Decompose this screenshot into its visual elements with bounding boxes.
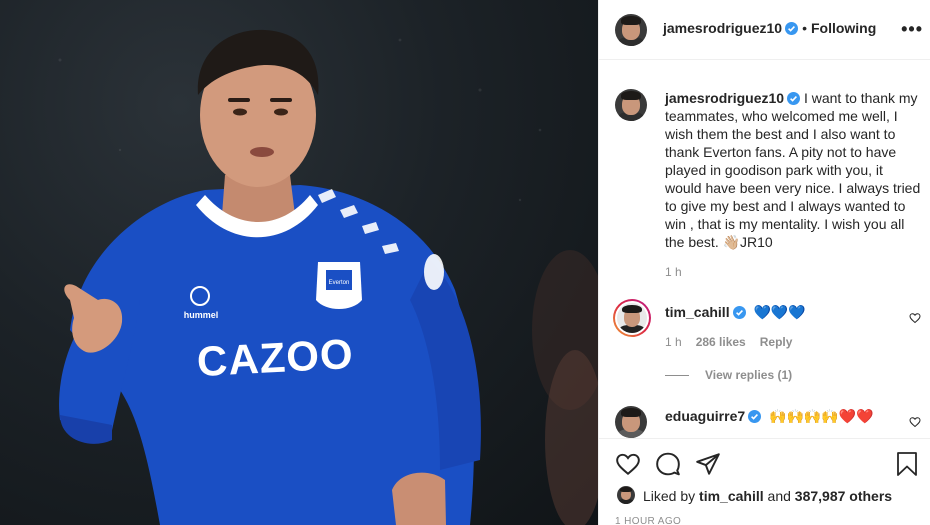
reply-button[interactable]: Reply <box>760 335 793 349</box>
save-bookmark-icon[interactable] <box>895 451 919 477</box>
post-header: jamesrodriguez10 • Following ••• <box>599 0 930 60</box>
liker-avatar[interactable] <box>617 486 635 504</box>
view-replies-label: View replies (1) <box>705 368 793 382</box>
comment-likes[interactable]: 286 likes <box>696 335 746 349</box>
club-crest: Everton <box>316 262 362 309</box>
commenter-avatar[interactable] <box>615 406 647 438</box>
crest-text: Everton <box>329 280 350 286</box>
likes-summary[interactable]: Liked by tim_cahill and 387,987 others <box>643 488 892 504</box>
player-illustration: Everton hummel CAZOO <box>58 29 598 525</box>
caption: jamesrodriguez10 I want to thank my team… <box>665 89 921 251</box>
likes-count[interactable]: 387,987 others <box>795 488 892 504</box>
caption-text: I want to thank my teammates, who welcom… <box>665 90 921 250</box>
liked-by-prefix: Liked by <box>643 488 696 504</box>
like-comment-heart-icon[interactable] <box>909 312 921 324</box>
comment-text: 🙌🙌🙌🙌❤️❤️ <box>769 408 874 424</box>
commenter-avatar <box>617 303 647 333</box>
following-button[interactable]: Following <box>811 20 876 36</box>
liked-by-and: and <box>767 488 791 504</box>
like-comment-heart-icon[interactable] <box>909 416 921 428</box>
comment-meta: 1 h 286 likes Reply <box>665 335 792 349</box>
author-username[interactable]: jamesrodriguez10 <box>663 20 782 36</box>
replies-divider <box>665 375 689 377</box>
shirt-sponsor: CAZOO <box>196 330 355 385</box>
author-avatar[interactable] <box>615 14 647 46</box>
comment-text: 💙💙💙 <box>753 304 806 320</box>
like-heart-icon[interactable] <box>615 451 641 477</box>
verified-badge-icon <box>787 92 801 105</box>
liked-by-user[interactable]: tim_cahill <box>699 488 764 504</box>
post-photo[interactable]: Everton hummel CAZOO <box>0 0 598 525</box>
comment-username[interactable]: tim_cahill <box>665 304 730 320</box>
kit-brand-text: hummel <box>184 310 219 320</box>
post-actions: Liked by tim_cahill and 387,987 others 1… <box>599 438 930 525</box>
share-paper-plane-icon[interactable] <box>695 451 721 477</box>
caption-time[interactable]: 1 h <box>665 265 682 279</box>
comments-section[interactable]: jamesrodriguez10 I want to thank my team… <box>599 61 930 438</box>
caption-avatar[interactable] <box>615 89 647 121</box>
comment-row: tim_cahill 💙💙💙 <box>665 304 806 321</box>
comment-time[interactable]: 1 h <box>665 335 682 349</box>
caption-username[interactable]: jamesrodriguez10 <box>665 90 784 106</box>
header-user: jamesrodriguez10 • Following <box>663 20 876 36</box>
more-options-icon[interactable]: ••• <box>901 20 923 38</box>
post-details-panel: jamesrodriguez10 • Following ••• jamesrodr… <box>598 0 930 525</box>
post-timestamp[interactable]: 1 HOUR AGO <box>615 516 681 525</box>
verified-badge-icon <box>748 410 762 423</box>
separator-dot: • <box>802 20 807 36</box>
commenter-avatar-ring[interactable] <box>613 299 651 337</box>
verified-badge-icon <box>732 306 746 319</box>
comment-bubble-icon[interactable] <box>655 451 681 477</box>
comment-row: eduaguirre7 🙌🙌🙌🙌❤️❤️ <box>665 408 874 425</box>
view-replies-button[interactable]: View replies (1) <box>665 368 792 382</box>
comment-username[interactable]: eduaguirre7 <box>665 408 745 424</box>
verified-badge-icon <box>785 22 799 35</box>
